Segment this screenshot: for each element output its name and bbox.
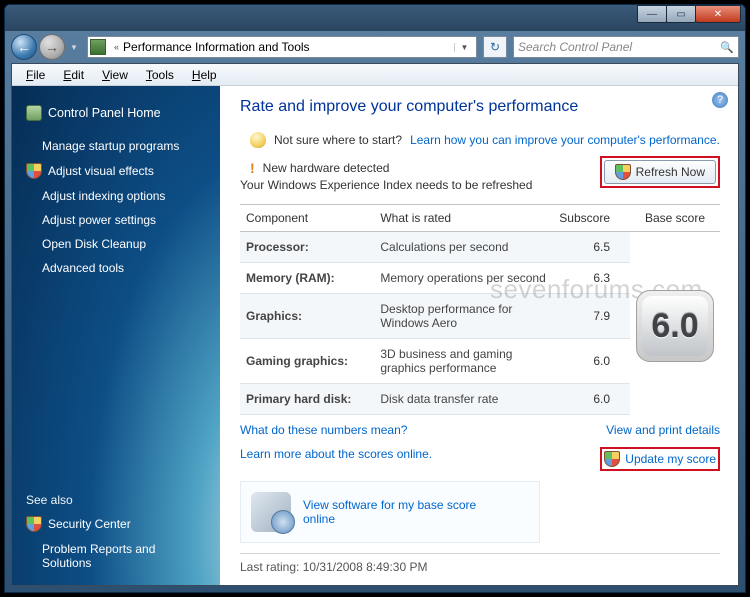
refresh-now-button[interactable]: Refresh Now [604,160,716,184]
see-also-security-center[interactable]: Security Center [22,511,210,537]
update-score-highlight: Update my score [600,447,720,471]
sidebar-item-indexing[interactable]: Adjust indexing options [22,184,210,208]
menu-tools[interactable]: Tools [138,66,182,84]
main-content: ? Rate and improve your computer's perfo… [220,86,738,585]
sidebar-item-cleanup[interactable]: Open Disk Cleanup [22,232,210,256]
control-panel-icon [26,105,42,121]
refresh-now-highlight: Refresh Now [600,156,720,188]
col-rated: What is rated [374,205,553,232]
maximize-button[interactable]: ▭ [666,5,696,23]
search-placeholder: Search Control Panel [518,40,632,54]
lightbulb-icon [250,132,266,148]
software-box-icon [251,492,291,532]
table-row: Processor: Calculations per second 6.5 6… [240,232,720,263]
col-component: Component [240,205,374,232]
hint-learn-link[interactable]: Learn how you can improve your computer'… [410,133,720,147]
shield-icon [26,516,42,532]
sidebar-item-visual-effects[interactable]: Adjust visual effects [22,158,210,184]
page-title: Rate and improve your computer's perform… [240,98,720,116]
software-suggestion-box: View software for my base score online [240,481,540,543]
back-button[interactable]: ← [11,34,37,60]
nav-toolbar: ← → ▼ « Performance Information and Tool… [5,31,745,63]
wei-table: Component What is rated Subscore Base sc… [240,204,720,415]
view-print-link[interactable]: View and print details [606,423,720,437]
control-panel-icon [90,39,106,55]
last-rating: Last rating: 10/31/2008 8:49:30 PM [240,553,720,574]
menu-view[interactable]: View [94,66,136,84]
sidebar: Control Panel Home Manage startup progra… [12,86,220,585]
sidebar-item-startup[interactable]: Manage startup programs [22,134,210,158]
menu-help[interactable]: Help [184,66,225,84]
update-score-link[interactable]: Update my score [625,452,716,466]
hint-text: Not sure where to start? [274,133,402,147]
breadcrumb-current[interactable]: Performance Information and Tools [123,40,310,54]
shield-icon [604,451,620,467]
search-input[interactable]: Search Control Panel 🔍 [513,36,739,58]
base-score-value: 6.0 [651,307,698,346]
col-basescore: Base score [630,205,720,232]
menubar: File Edit View Tools Help [12,64,738,86]
help-icon[interactable]: ? [712,92,728,108]
address-refresh-button[interactable]: ↻ [483,36,507,58]
menu-edit[interactable]: Edit [55,66,92,84]
titlebar: — ▭ ✕ [5,5,745,31]
learn-online-link[interactable]: Learn more about the scores online. [240,447,432,471]
window-frame: — ▭ ✕ ← → ▼ « Performance Information an… [4,4,746,593]
forward-button[interactable]: → [39,34,65,60]
sidebar-item-power[interactable]: Adjust power settings [22,208,210,232]
warning-icon: ! [250,160,255,176]
col-subscore: Subscore [553,205,630,232]
close-button[interactable]: ✕ [695,5,741,23]
search-icon: 🔍 [720,41,734,54]
hardware-detected-text: New hardware detected [263,161,390,175]
base-score-cell: 6.0 [630,232,720,415]
base-score-badge: 6.0 [636,290,714,362]
minimize-button[interactable]: — [637,5,667,23]
address-bar[interactable]: « Performance Information and Tools ▼ [87,36,477,58]
menu-file[interactable]: File [18,66,53,84]
address-dropdown[interactable]: ▼ [454,43,474,52]
see-also-problem-reports[interactable]: Problem Reports and Solutions [22,537,210,575]
sidebar-item-advanced[interactable]: Advanced tools [22,256,210,280]
control-panel-home-link[interactable]: Control Panel Home [22,100,210,126]
view-software-link[interactable]: View software for my base score online [303,498,483,526]
shield-icon [26,163,42,179]
what-numbers-link[interactable]: What do these numbers mean? [240,423,407,437]
see-also-heading: See also [22,489,210,511]
breadcrumb-chevron[interactable]: « [110,42,123,52]
nav-history-dropdown[interactable]: ▼ [67,37,81,57]
shield-icon [615,164,631,180]
